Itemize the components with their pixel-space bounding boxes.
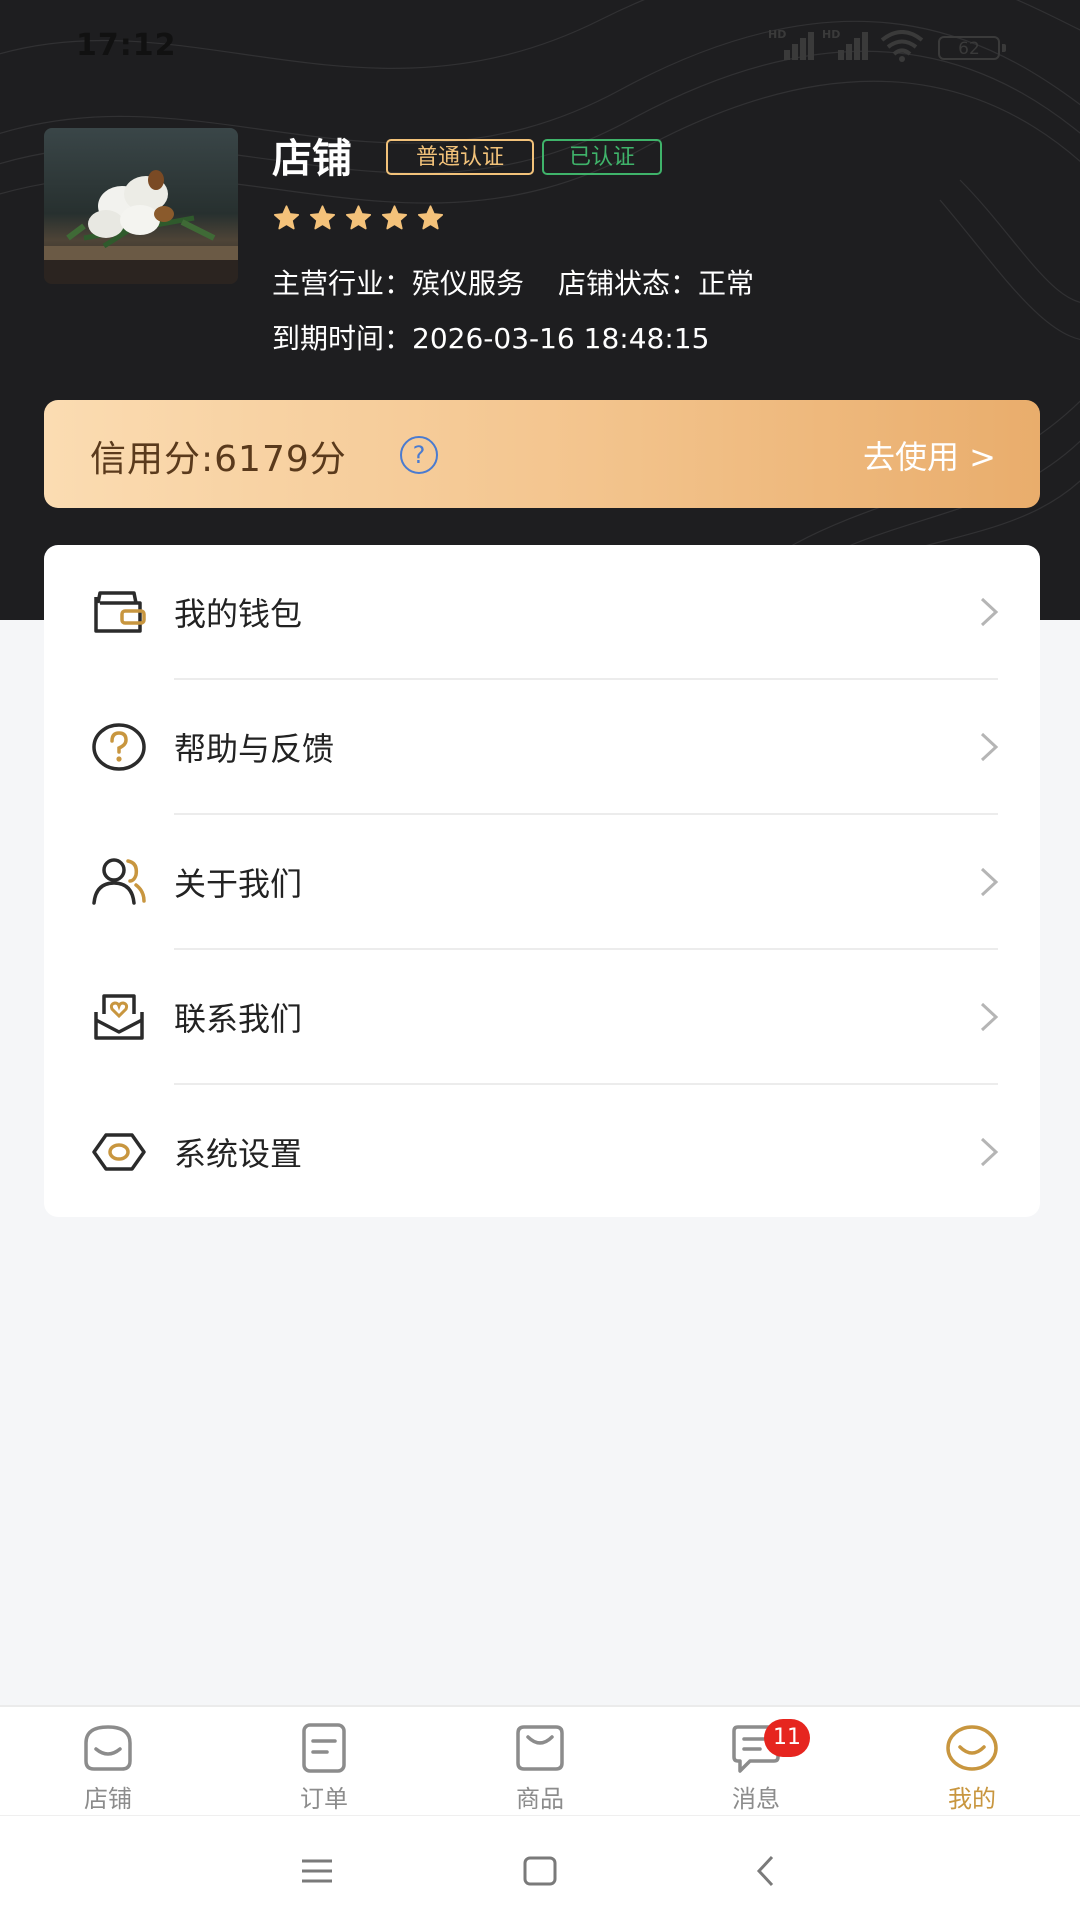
shop-name: 店铺	[272, 136, 352, 182]
nav-tab-shop[interactable]: 店铺	[0, 1707, 216, 1817]
help-icon	[92, 723, 146, 771]
shop-avatar[interactable]	[44, 128, 238, 284]
star-icon	[345, 205, 372, 230]
rating-stars	[272, 204, 445, 232]
users-icon	[92, 858, 146, 905]
nav-tab-orders[interactable]: 订单	[216, 1707, 432, 1817]
nav-label: 商品	[516, 1785, 564, 1813]
credit-score: 信用分:6179分	[90, 439, 347, 480]
menu-item-label: 联系我们	[174, 1000, 303, 1038]
menu-item-label: 系统设置	[174, 1135, 303, 1173]
settings-icon	[92, 1133, 146, 1171]
shop-icon	[84, 1725, 132, 1771]
chevron-right-icon	[980, 597, 999, 627]
industry-value: 殡仪服务	[412, 267, 525, 300]
chevron-right-icon	[980, 1002, 999, 1032]
order-icon	[302, 1723, 346, 1773]
nav-label: 店铺	[84, 1785, 132, 1813]
industry-label: 主营行业：	[272, 267, 413, 300]
menu-item-about[interactable]: 关于我们	[44, 815, 1040, 949]
expire-label: 到期时间：	[272, 322, 413, 355]
star-icon	[417, 205, 444, 230]
star-icon	[273, 205, 300, 230]
nav-tab-profile[interactable]: 我的	[864, 1707, 1080, 1817]
star-icon	[309, 205, 336, 230]
menu-item-help[interactable]: 帮助与反馈	[44, 680, 1040, 814]
expire-line: 到期时间：2026-03-16 18:48:15	[272, 317, 709, 357]
credit-help-icon[interactable]: ?	[400, 436, 438, 474]
verified-badge: 已认证	[542, 139, 662, 175]
chevron-right-icon	[980, 1137, 999, 1167]
menu-item-label: 帮助与反馈	[174, 730, 335, 768]
menu-item-contact[interactable]: 联系我们	[44, 950, 1040, 1084]
normal-certification-badge: 普通认证	[386, 139, 534, 175]
profile-icon	[946, 1725, 998, 1771]
menu-item-wallet[interactable]: 我的钱包	[44, 545, 1040, 679]
status-time: 17:12	[76, 28, 177, 63]
wifi-icon	[880, 30, 924, 62]
status-bar: 17:12 HD HD 62	[0, 0, 1080, 96]
system-navigation-bar	[0, 1815, 1080, 1921]
menu-item-label: 关于我们	[174, 865, 303, 903]
nav-label: 订单	[300, 1785, 348, 1813]
expire-value: 2026-03-16 18:48:15	[412, 322, 710, 355]
chevron-right-icon	[980, 867, 999, 897]
shop-status-value: 正常	[698, 267, 755, 300]
nav-label: 我的	[948, 1785, 996, 1813]
menu-item-label: 我的钱包	[174, 595, 303, 633]
credit-score-bar[interactable]: 信用分:6179分 ? 去使用 >	[44, 400, 1040, 508]
home-icon[interactable]	[515, 1846, 565, 1896]
menu-card: 我的钱包 帮助与反馈 关于我们 联系我们 系统设置	[44, 545, 1040, 1217]
nav-tab-goods[interactable]: 商品	[432, 1707, 648, 1817]
flower-bouquet-image	[44, 170, 238, 284]
nav-tab-messages[interactable]: 消息	[648, 1707, 864, 1817]
menu-item-settings[interactable]: 系统设置	[44, 1085, 1040, 1219]
wallet-icon	[94, 591, 146, 633]
chevron-right-icon	[980, 732, 999, 762]
nav-label: 消息	[732, 1785, 780, 1813]
credit-use-button[interactable]: 去使用 >	[863, 432, 996, 478]
star-icon	[381, 205, 408, 230]
contact-mail-icon	[94, 994, 144, 1040]
goods-icon	[516, 1725, 564, 1771]
battery-icon: 62	[938, 36, 1006, 60]
industry-status-line: 主营行业：殡仪服务 店铺状态：正常	[272, 262, 754, 302]
message-count-badge: 11	[764, 1719, 810, 1757]
menu-icon[interactable]	[292, 1846, 342, 1896]
shop-status-label: 店铺状态：	[558, 267, 699, 300]
bottom-nav: 店铺 订单 商品 消息 11 我的	[0, 1705, 1080, 1817]
back-icon[interactable]	[742, 1846, 792, 1896]
